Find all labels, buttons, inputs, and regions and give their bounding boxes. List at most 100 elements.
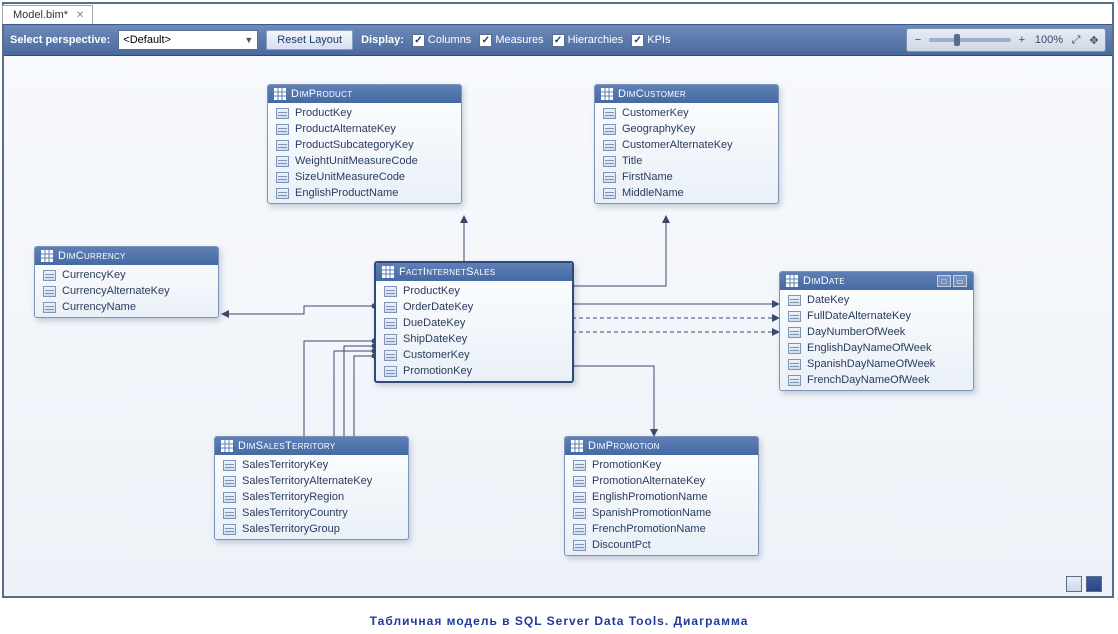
column-icon	[788, 359, 801, 370]
column-icon	[788, 311, 801, 322]
column-row[interactable]: CustomerAlternateKey	[595, 137, 778, 153]
column-row[interactable]: DueDateKey	[376, 315, 572, 331]
column-row[interactable]: SizeUnitMeasureCode	[268, 169, 461, 185]
column-row[interactable]: MiddleName	[595, 185, 778, 201]
tab-model-bim[interactable]: Model.bim* ✕	[2, 5, 93, 24]
entity-dimproduct[interactable]: DimProduct ProductKey ProductAlternateKe…	[267, 84, 462, 204]
fit-to-screen-icon[interactable]: ⤢	[1069, 34, 1083, 47]
toolbar: Select perspective: <Default> ▼ Reset La…	[4, 24, 1112, 56]
column-icon	[603, 140, 616, 151]
entity-header[interactable]: DimProduct	[268, 85, 461, 103]
column-row[interactable]: EnglishProductName	[268, 185, 461, 201]
column-icon	[276, 108, 289, 119]
chevron-down-icon: ▼	[244, 35, 253, 45]
entity-title: DimCustomer	[618, 88, 686, 100]
table-icon	[274, 88, 286, 100]
entity-header[interactable]: DimSalesTerritory	[215, 437, 408, 455]
check-hierarchies[interactable]: ✓ Hierarchies	[552, 34, 624, 47]
column-icon	[573, 476, 586, 487]
column-row[interactable]: CurrencyKey	[35, 267, 218, 283]
column-row[interactable]: FrenchPromotionName	[565, 521, 758, 537]
column-icon	[384, 302, 397, 313]
checkbox-icon: ✓	[412, 34, 425, 47]
zoom-control[interactable]: − + 100% ⤢ ✥	[906, 28, 1106, 52]
diagram-canvas[interactable]: DimProduct ProductKey ProductAlternateKe…	[4, 56, 1112, 596]
column-row[interactable]: ProductSubcategoryKey	[268, 137, 461, 153]
pan-icon[interactable]: ✥	[1087, 34, 1101, 47]
column-icon	[603, 172, 616, 183]
column-row[interactable]: EnglishPromotionName	[565, 489, 758, 505]
column-row[interactable]: DateKey	[780, 292, 973, 308]
column-row[interactable]: SalesTerritoryGroup	[215, 521, 408, 537]
column-row[interactable]: SpanishDayNameOfWeek	[780, 356, 973, 372]
zoom-slider-track[interactable]	[929, 38, 1011, 42]
entity-header[interactable]: DimDate □ ▭	[780, 272, 973, 290]
column-row[interactable]: PromotionKey	[376, 363, 572, 379]
column-row[interactable]: CurrencyAlternateKey	[35, 283, 218, 299]
entity-header[interactable]: FactInternetSales	[376, 263, 572, 281]
column-row[interactable]: CustomerKey	[376, 347, 572, 363]
close-icon[interactable]: ✕	[76, 10, 84, 21]
check-measures[interactable]: ✓ Measures	[479, 34, 543, 47]
entity-header[interactable]: DimCurrency	[35, 247, 218, 265]
column-icon	[43, 270, 56, 281]
column-icon	[788, 343, 801, 354]
diagram-view-icon[interactable]	[1086, 576, 1102, 592]
column-row[interactable]: WeightUnitMeasureCode	[268, 153, 461, 169]
column-icon	[276, 156, 289, 167]
check-columns[interactable]: ✓ Columns	[412, 34, 471, 47]
column-row[interactable]: ProductAlternateKey	[268, 121, 461, 137]
entity-header[interactable]: DimPromotion	[565, 437, 758, 455]
column-row[interactable]: DayNumberOfWeek	[780, 324, 973, 340]
column-row[interactable]: CurrencyName	[35, 299, 218, 315]
grid-view-icon[interactable]	[1066, 576, 1082, 592]
column-row[interactable]: ProductKey	[376, 283, 572, 299]
check-kpis[interactable]: ✓ KPIs	[631, 34, 670, 47]
entity-dimsalesterritory[interactable]: DimSalesTerritory SalesTerritoryKey Sale…	[214, 436, 409, 540]
column-icon	[573, 492, 586, 503]
column-icon	[384, 318, 397, 329]
entity-dimpromotion[interactable]: DimPromotion PromotionKey PromotionAlter…	[564, 436, 759, 556]
reset-layout-button[interactable]: Reset Layout	[266, 30, 353, 50]
column-row[interactable]: SpanishPromotionName	[565, 505, 758, 521]
entity-dimcustomer[interactable]: DimCustomer CustomerKey GeographyKey Cus…	[594, 84, 779, 204]
column-icon	[573, 524, 586, 535]
column-icon	[573, 460, 586, 471]
maximize-icon[interactable]: □	[937, 275, 951, 287]
column-row[interactable]: CustomerKey	[595, 105, 778, 121]
column-row[interactable]: ProductKey	[268, 105, 461, 121]
column-row[interactable]: SalesTerritoryAlternateKey	[215, 473, 408, 489]
restore-icon[interactable]: ▭	[953, 275, 967, 287]
entity-dimdate[interactable]: DimDate □ ▭ DateKey FullDateAlternateKey…	[779, 271, 974, 391]
column-row[interactable]: Title	[595, 153, 778, 169]
column-row[interactable]: SalesTerritoryCountry	[215, 505, 408, 521]
zoom-in-icon[interactable]: +	[1015, 34, 1029, 46]
column-icon	[384, 366, 397, 377]
column-icon	[43, 286, 56, 297]
entity-header[interactable]: DimCustomer	[595, 85, 778, 103]
zoom-out-icon[interactable]: −	[911, 34, 925, 46]
column-row[interactable]: SalesTerritoryKey	[215, 457, 408, 473]
column-row[interactable]: GeographyKey	[595, 121, 778, 137]
entity-factinternetsales[interactable]: FactInternetSales ProductKey OrderDateKe…	[374, 261, 574, 383]
zoom-slider-thumb[interactable]	[954, 34, 960, 46]
column-row[interactable]: FullDateAlternateKey	[780, 308, 973, 324]
perspective-select[interactable]: <Default> ▼	[118, 30, 258, 50]
column-row[interactable]: FirstName	[595, 169, 778, 185]
column-row[interactable]: FrenchDayNameOfWeek	[780, 372, 973, 388]
perspective-value: <Default>	[123, 34, 171, 46]
checkbox-icon: ✓	[479, 34, 492, 47]
entity-columns: ProductKey ProductAlternateKey ProductSu…	[268, 103, 461, 203]
column-row[interactable]: OrderDateKey	[376, 299, 572, 315]
column-row[interactable]: DiscountPct	[565, 537, 758, 553]
column-row[interactable]: ShipDateKey	[376, 331, 572, 347]
column-row[interactable]: PromotionAlternateKey	[565, 473, 758, 489]
column-icon	[573, 540, 586, 551]
entity-dimcurrency[interactable]: DimCurrency CurrencyKey CurrencyAlternat…	[34, 246, 219, 318]
column-row[interactable]: EnglishDayNameOfWeek	[780, 340, 973, 356]
column-icon	[788, 327, 801, 338]
entity-title: DimCurrency	[58, 250, 126, 262]
column-icon	[276, 188, 289, 199]
column-row[interactable]: PromotionKey	[565, 457, 758, 473]
column-row[interactable]: SalesTerritoryRegion	[215, 489, 408, 505]
